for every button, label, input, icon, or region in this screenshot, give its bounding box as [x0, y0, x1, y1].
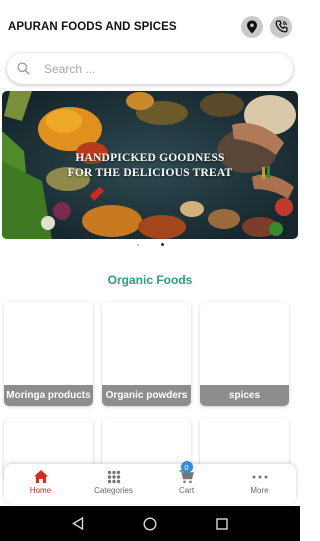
app-title: APURAN FOODS AND SPICES [8, 20, 177, 33]
app-screen: APURAN FOODS AND SPICES Search ... HANDP… [0, 0, 300, 541]
recents-icon[interactable] [216, 517, 229, 530]
cart-count-badge: 0 [180, 461, 193, 473]
carousel-indicator [0, 243, 300, 246]
back-icon[interactable] [71, 517, 84, 530]
phone-icon [275, 20, 288, 33]
spices-banner-image [2, 91, 298, 239]
nav-categories[interactable]: Categories [77, 464, 150, 504]
category-card-organic-powders[interactable]: Organic powders [102, 302, 191, 406]
grid-icon [107, 470, 120, 483]
call-button[interactable] [270, 15, 292, 38]
carousel-dot[interactable] [136, 243, 139, 246]
carousel-dot-active[interactable] [160, 243, 164, 246]
category-label: Moringa products [4, 385, 93, 406]
category-label: spices [200, 385, 289, 406]
home-circle-icon[interactable] [143, 516, 157, 531]
category-card-spices[interactable]: spices [200, 302, 289, 406]
banner-subheadline: FOR THE DELICIOUS TREAT [67, 167, 233, 179]
more-icon [252, 475, 267, 478]
category-card-moringa[interactable]: Moringa products [4, 302, 93, 406]
section-title: Organic Foods [107, 273, 193, 287]
search-input[interactable] [44, 61, 264, 76]
search-icon [17, 62, 30, 75]
location-button[interactable] [241, 15, 263, 38]
nav-more-label: More [250, 486, 269, 495]
nav-home-label: Home [29, 486, 52, 495]
nav-more[interactable]: More [223, 464, 296, 504]
top-bar: APURAN FOODS AND SPICES [0, 0, 300, 50]
promo-banner[interactable]: HANDPICKED GOODNESS FOR THE DELICIOUS TR… [2, 91, 298, 239]
nav-cart-label: Cart [178, 486, 195, 495]
nav-categories-label: Categories [94, 486, 133, 495]
location-pin-icon [247, 20, 257, 33]
home-icon [33, 470, 48, 483]
search-bar[interactable] [7, 53, 293, 84]
nav-home[interactable]: Home [4, 464, 77, 504]
category-label: Organic powders [102, 385, 191, 406]
nav-cart[interactable]: 0 Cart [150, 461, 223, 504]
bottom-navigation: Home Categories 0 Cart More [4, 461, 296, 504]
category-grid: Moringa products Organic powders spices [4, 302, 296, 406]
banner-headline: HANDPICKED GOODNESS [75, 152, 225, 164]
system-navigation-bar [0, 506, 300, 541]
